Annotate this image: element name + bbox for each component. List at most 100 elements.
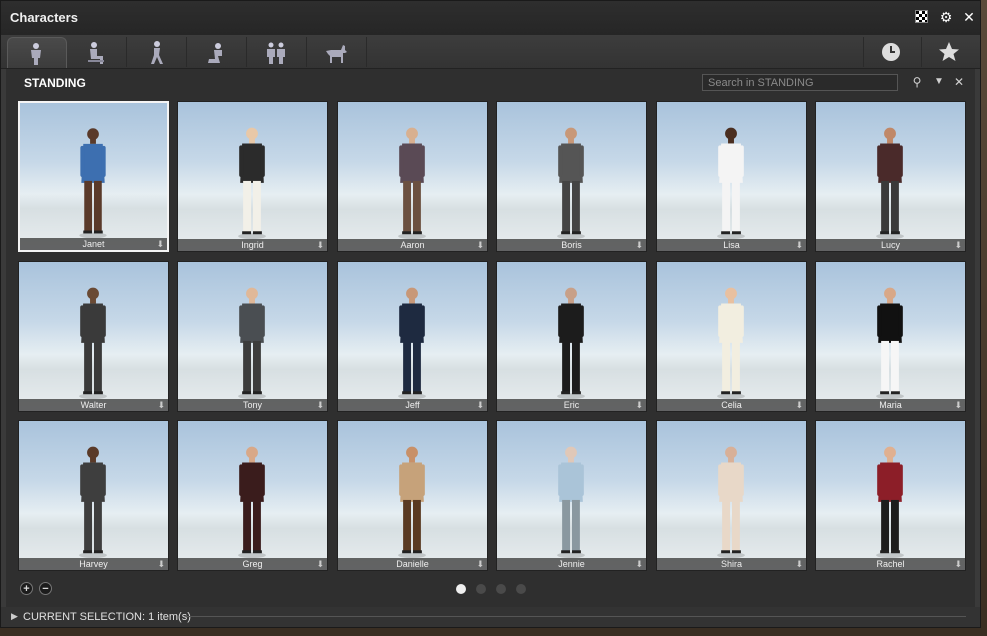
- character-name: Jeff: [405, 400, 420, 410]
- character-figure: [79, 128, 107, 239]
- character-figure: [717, 446, 745, 559]
- character-figure: [557, 287, 585, 400]
- character-tile[interactable]: Eric ⬇: [496, 261, 647, 412]
- character-name-bar: Greg ⬇: [178, 558, 327, 570]
- character-name: Aaron: [400, 240, 425, 250]
- checker-flag-icon[interactable]: [915, 10, 928, 23]
- character-figure: [876, 446, 904, 559]
- download-arrow-icon[interactable]: ⬇: [954, 400, 962, 410]
- download-arrow-icon[interactable]: ⬇: [316, 559, 324, 569]
- character-tile[interactable]: Danielle ⬇: [337, 420, 488, 571]
- walking-person-icon: [151, 41, 163, 64]
- download-arrow-icon[interactable]: ⬇: [795, 559, 803, 569]
- group-people-icon: [267, 42, 285, 64]
- character-tile[interactable]: Harvey ⬇: [18, 420, 169, 571]
- characters-panel: Characters ⚙ ✕ STANDING Search in STANDI…: [0, 0, 981, 628]
- gear-icon[interactable]: ⚙: [938, 9, 954, 25]
- tab-sitting[interactable]: [68, 37, 127, 67]
- category-tab-bar: [1, 35, 980, 69]
- character-figure: [398, 287, 426, 400]
- download-arrow-icon[interactable]: ⬇: [795, 400, 803, 410]
- character-tile[interactable]: Boris ⬇: [496, 101, 647, 252]
- page-dot[interactable]: [496, 584, 506, 594]
- character-tile[interactable]: Celia ⬇: [656, 261, 807, 412]
- character-name-bar: Lucy ⬇: [816, 239, 965, 251]
- character-figure: [238, 287, 266, 400]
- download-arrow-icon[interactable]: ⬇: [954, 240, 962, 250]
- zoom-out-button[interactable]: −: [39, 582, 52, 595]
- character-tile[interactable]: Lucy ⬇: [815, 101, 966, 252]
- character-name: Ingrid: [241, 240, 264, 250]
- character-grid: Janet ⬇ Ingrid ⬇ Aaron ⬇ Boris ⬇ Lisa ⬇ Lucy ⬇ Walte…: [18, 101, 966, 573]
- star-icon: [939, 42, 959, 61]
- character-name: Lucy: [880, 240, 900, 250]
- character-name: Boris: [561, 240, 582, 250]
- search-icon[interactable]: ⚲: [910, 75, 924, 89]
- dropdown-arrow-icon[interactable]: ▼: [932, 75, 946, 89]
- character-name: Maria: [879, 400, 902, 410]
- character-tile[interactable]: Aaron ⬇: [337, 101, 488, 252]
- character-name-bar: Ingrid ⬇: [178, 239, 327, 251]
- character-figure: [717, 287, 745, 400]
- page-dot[interactable]: [516, 584, 526, 594]
- character-tile[interactable]: Shira ⬇: [656, 420, 807, 571]
- character-figure: [557, 127, 585, 240]
- download-arrow-icon[interactable]: ⬇: [476, 400, 484, 410]
- tab-kneeling[interactable]: [188, 37, 247, 67]
- panel-title: Characters: [10, 10, 78, 25]
- download-arrow-icon[interactable]: ⬇: [635, 240, 643, 250]
- status-divider: [186, 616, 966, 617]
- section-title: STANDING: [24, 76, 86, 90]
- expand-arrow-icon[interactable]: ▶: [11, 611, 18, 622]
- character-tile[interactable]: Jennie ⬇: [496, 420, 647, 571]
- download-arrow-icon[interactable]: ⬇: [316, 400, 324, 410]
- tab-standing[interactable]: [7, 37, 67, 68]
- character-name-bar: Harvey ⬇: [19, 558, 168, 570]
- character-tile[interactable]: Walter ⬇: [18, 261, 169, 412]
- character-name: Jennie: [558, 559, 585, 569]
- download-arrow-icon[interactable]: ⬇: [954, 559, 962, 569]
- tab-groups[interactable]: [248, 37, 307, 67]
- zoom-in-button[interactable]: +: [20, 582, 33, 595]
- character-figure: [238, 127, 266, 240]
- character-name-bar: Aaron ⬇: [338, 239, 487, 251]
- download-arrow-icon[interactable]: ⬇: [476, 559, 484, 569]
- character-figure: [79, 446, 107, 559]
- content-area: STANDING ⚲ ▼ ✕ Janet ⬇ Ingrid ⬇ Aaron ⬇ Boris ⬇…: [6, 69, 975, 609]
- character-tile[interactable]: Maria ⬇: [815, 261, 966, 412]
- page-dot[interactable]: [456, 584, 466, 594]
- character-name: Shira: [720, 559, 742, 569]
- clear-search-icon[interactable]: ✕: [952, 75, 966, 89]
- close-icon[interactable]: ✕: [961, 9, 977, 25]
- download-arrow-icon[interactable]: ⬇: [157, 559, 165, 569]
- character-tile[interactable]: Jeff ⬇: [337, 261, 488, 412]
- character-name-bar: Danielle ⬇: [338, 558, 487, 570]
- tab-walking[interactable]: [128, 37, 187, 67]
- download-arrow-icon[interactable]: ⬇: [795, 240, 803, 250]
- search-input[interactable]: [702, 74, 898, 91]
- download-arrow-icon[interactable]: ⬇: [476, 240, 484, 250]
- status-bar: ▶ CURRENT SELECTION: 1 item(s): [1, 607, 980, 627]
- character-name-bar: Rachel ⬇: [816, 558, 965, 570]
- character-figure: [79, 287, 107, 400]
- clock-icon: [882, 43, 900, 61]
- download-arrow-icon[interactable]: ⬇: [156, 239, 164, 249]
- tab-animals[interactable]: [308, 37, 367, 67]
- page-dot[interactable]: [476, 584, 486, 594]
- download-arrow-icon[interactable]: ⬇: [635, 559, 643, 569]
- sitting-person-icon: [88, 42, 104, 64]
- character-figure: [398, 127, 426, 240]
- tab-favorites[interactable]: [921, 37, 978, 67]
- tab-recent[interactable]: [863, 37, 920, 67]
- character-figure: [876, 287, 904, 400]
- character-tile[interactable]: Tony ⬇: [177, 261, 328, 412]
- character-tile[interactable]: Janet ⬇: [18, 101, 169, 252]
- download-arrow-icon[interactable]: ⬇: [316, 240, 324, 250]
- download-arrow-icon[interactable]: ⬇: [635, 400, 643, 410]
- download-arrow-icon[interactable]: ⬇: [157, 400, 165, 410]
- character-tile[interactable]: Rachel ⬇: [815, 420, 966, 571]
- character-tile[interactable]: Lisa ⬇: [656, 101, 807, 252]
- character-tile[interactable]: Greg ⬇: [177, 420, 328, 571]
- character-figure: [398, 446, 426, 559]
- character-tile[interactable]: Ingrid ⬇: [177, 101, 328, 252]
